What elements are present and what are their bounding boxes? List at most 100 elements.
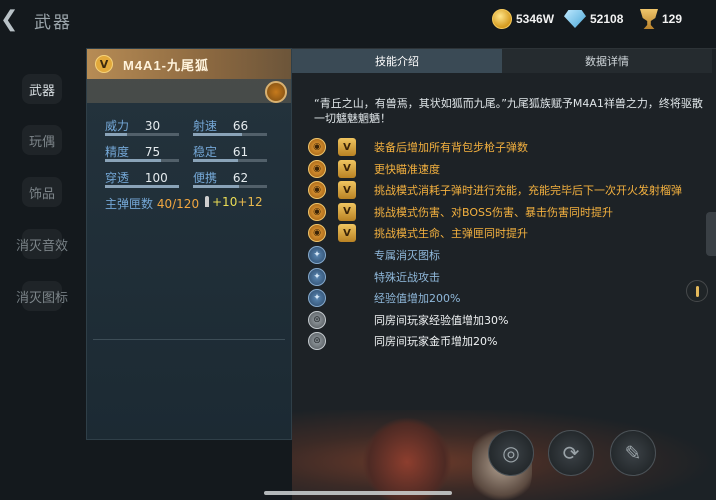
ammo-bonus-2: +12 [237, 195, 263, 209]
weapon-stats-panel: V M4A1-九尾狐 威力 30 射速 66 精度 75 稳定 61 穿透 10… [86, 48, 292, 440]
skill-icon: ✦ [308, 289, 326, 308]
weapon-header: V M4A1-九尾狐 [87, 49, 291, 79]
artwork-detail [362, 417, 452, 500]
skill-row: ⊛ 同房间玩家经验值增加30% [308, 310, 508, 330]
skill-row: ◉ V 挑战模式消耗子弹时进行充能，充能完毕后下一次开火发射榴弹 [308, 180, 682, 200]
stat-bar-fill [105, 159, 161, 162]
stat-power: 威力 30 [105, 117, 179, 136]
panel-divider [93, 339, 285, 340]
sidebar-item-kill-sound[interactable]: 消灭音效 [0, 220, 84, 268]
rotate-icon[interactable]: ⟳ [548, 430, 594, 476]
stat-label: 穿透 [105, 171, 130, 185]
skill-text: 挑战模式生命、主弹匣同时提升 [374, 227, 528, 241]
stat-value: 100 [144, 171, 168, 185]
stat-bar-fill [193, 133, 242, 136]
skill-row: ◉ V 挑战模式伤害、对BOSS伤害、暴击伤害同时提升 [308, 202, 613, 222]
ammo-bonus: +10+12 [205, 195, 263, 209]
diamond-icon [564, 10, 586, 28]
stat-label: 威力 [105, 119, 130, 133]
skill-text: 同房间玩家经验值增加30% [374, 313, 509, 327]
doll-icon [22, 125, 62, 155]
skill-icon: ✦ [308, 246, 326, 264]
trophy-amount: 129 [662, 12, 683, 26]
skill-text: 特殊近战攻击 [374, 270, 440, 284]
stat-fire-rate: 射速 66 [193, 117, 267, 136]
stat-label: 稳定 [193, 145, 218, 159]
stat-bar [193, 159, 267, 162]
wings-icon [22, 281, 62, 311]
stat-bar [193, 133, 267, 136]
weapon-badge-icon[interactable] [265, 81, 287, 103]
chevron-left-icon[interactable]: ❮ [0, 8, 26, 32]
weapon-lore-text: “青丘之山，有兽焉，其状如狐而九尾。”九尾狐族赋予M4A1祥兽之力，终将驱散一切… [314, 97, 703, 125]
skill-detail-panel: 技能介绍 数据详情 “青丘之山，有兽焉，其状如狐而九尾。”九尾狐族赋予M4A1祥… [292, 48, 716, 410]
skill-icon: ◉ [308, 159, 326, 178]
stat-penetration: 穿透 100 [105, 169, 179, 188]
gold-amount: 5346W [516, 12, 555, 26]
gold-coin-icon [492, 9, 512, 29]
gold-currency: 5346W [492, 8, 554, 30]
skill-icon: ✦ [308, 267, 326, 286]
diamond-currency: 52108 [564, 8, 623, 30]
skill-icon: ◉ [308, 224, 326, 243]
stat-label: 便携 [193, 171, 218, 185]
skill-text: 经验值增加200% [374, 292, 461, 306]
rank-v-icon: V [338, 224, 356, 243]
trophy-icon [640, 9, 658, 29]
rank-v-icon: V [338, 138, 356, 156]
shoot-button[interactable]: ✎ [610, 430, 656, 476]
ammo-label: 主弹匣数 [105, 197, 154, 211]
page-title: 武器 [34, 13, 72, 33]
skill-row: ✦ 经验值增加200% [308, 288, 460, 308]
skill-row: ◉ V 挑战模式生命、主弹匣同时提升 [308, 223, 528, 243]
sidebar-item-doll[interactable]: 玩偶 [0, 116, 84, 164]
stat-label: 精度 [105, 145, 130, 159]
stat-accuracy: 精度 75 [105, 143, 179, 162]
gun-icon [22, 74, 62, 104]
weapon-name: M4A1-九尾狐 [123, 57, 210, 73]
skill-text: 挑战模式伤害、对BOSS伤害、暴击伤害同时提升 [374, 205, 613, 219]
ammo-row: 主弹匣数 40/120 [105, 195, 199, 212]
skill-row: ✦ 特殊近战攻击 [308, 267, 440, 287]
sidebar-item-weapon[interactable]: 武器 [0, 65, 84, 113]
skill-icon: ◉ [308, 138, 326, 156]
skill-icon: ⊛ [308, 332, 326, 351]
trophy-currency: 129 [640, 8, 682, 30]
stat-bar-fill [193, 185, 239, 188]
side-drawer-handle[interactable] [706, 212, 716, 256]
skill-text: 专属消灭图标 [374, 249, 440, 262]
tab-data-detail[interactable]: 数据详情 [502, 49, 712, 73]
skill-row: ◉ V 装备后增加所有背包步枪子弹数 [308, 137, 528, 157]
inspect-button[interactable]: ◎ [488, 430, 534, 476]
stat-label: 射速 [193, 119, 218, 133]
stat-bar-fill [105, 185, 179, 188]
skill-text: 同房间玩家金币增加20% [374, 335, 498, 349]
ammo-max: 120 [176, 197, 200, 211]
tab-skill-intro[interactable]: 技能介绍 [292, 49, 502, 73]
skill-text: 装备后增加所有背包步枪子弹数 [374, 141, 528, 154]
sidebar-item-kill-icon[interactable]: 消灭图标 [0, 272, 84, 320]
skill-icon: ◉ [308, 202, 326, 221]
stat-value: 61 [232, 145, 249, 159]
skill-icon: ◉ [308, 181, 326, 200]
stat-bar-fill [193, 159, 239, 162]
stat-bar [105, 159, 179, 162]
detail-tabs: 技能介绍 数据详情 [292, 49, 716, 73]
stat-value: 75 [144, 145, 161, 159]
stat-bar-fill [105, 133, 128, 136]
rank-v-icon: V [338, 159, 356, 178]
category-sidebar: 武器 玩偶 饰品 消灭音效 消灭图标 [0, 40, 84, 500]
rank-v-icon: V [95, 55, 113, 73]
skill-row: ✦ 专属消灭图标 [308, 245, 440, 265]
stat-value: 62 [232, 171, 249, 185]
rank-v-icon: V [338, 202, 356, 221]
stat-bar [105, 185, 179, 188]
stat-stability: 稳定 61 [193, 143, 267, 162]
sidebar-item-accessory[interactable]: 饰品 [0, 168, 84, 216]
stat-value: 30 [144, 119, 161, 133]
diamond-amount: 52108 [590, 12, 624, 26]
stat-bar [105, 133, 179, 136]
bullet-toggle-button[interactable] [686, 280, 708, 302]
ammo-current: 40 [156, 197, 173, 211]
skill-text: 更快瞄准速度 [374, 162, 440, 176]
